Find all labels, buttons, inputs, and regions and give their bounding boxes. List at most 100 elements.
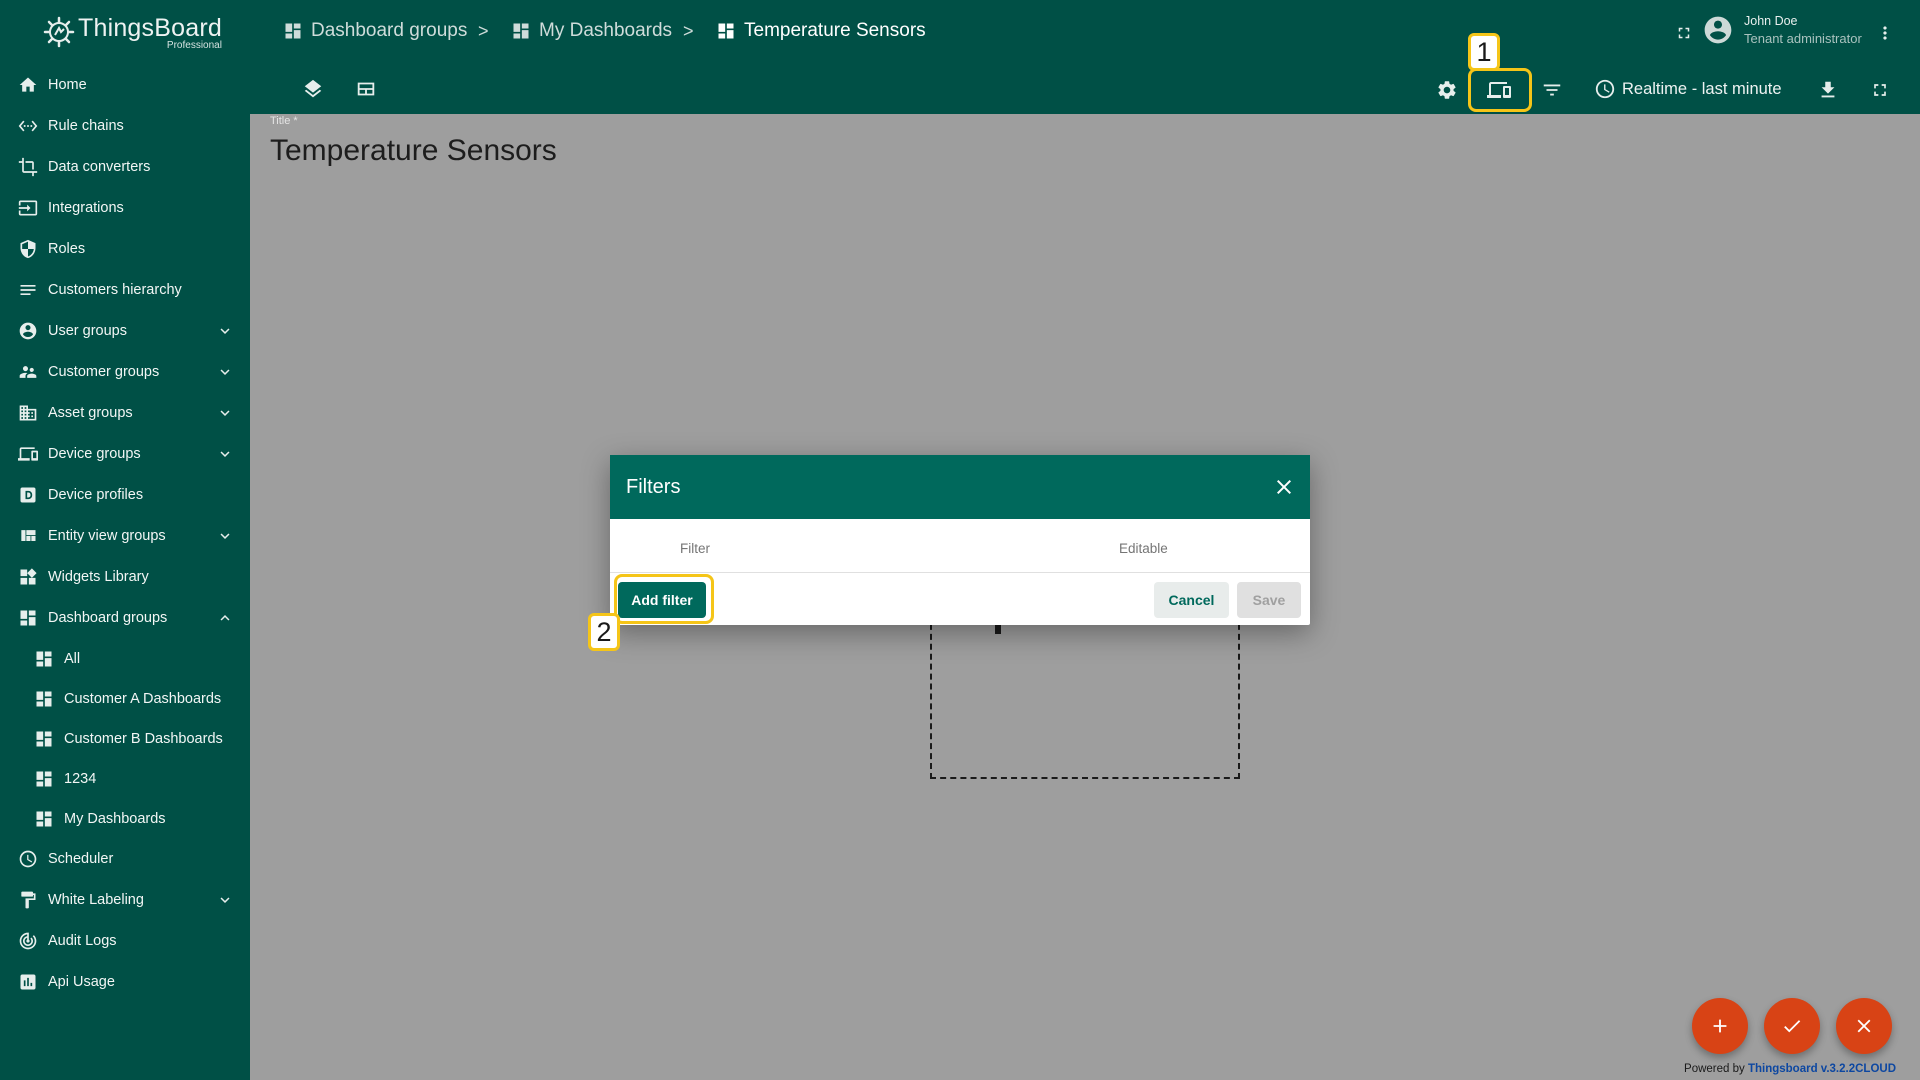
- timewindow-label: Realtime - last minute: [1622, 79, 1782, 98]
- layouts-button[interactable]: [354, 77, 378, 101]
- cancel-button[interactable]: Cancel: [1154, 582, 1229, 618]
- sidebar-item-device-profiles[interactable]: Device profiles: [0, 474, 250, 515]
- powered-by: Powered by Thingsboard v.3.2.2CLOUD: [1684, 1063, 1896, 1075]
- chevron-down-icon[interactable]: [216, 527, 232, 543]
- more-menu-button[interactable]: [1873, 21, 1897, 45]
- devices-icon: [18, 444, 38, 464]
- account-circle-icon: [18, 321, 38, 341]
- gear-icon: [1438, 81, 1456, 99]
- filters-table-header: Filter Editable: [610, 519, 1310, 573]
- sidebar-item-label: Roles: [48, 240, 86, 257]
- fullscreen-icon: [1874, 84, 1886, 96]
- sidebar-item-user-groups[interactable]: User groups: [0, 310, 250, 351]
- fullscreen-app-button[interactable]: [1672, 21, 1696, 45]
- dialog-header: Filters: [610, 455, 1310, 519]
- settings-button[interactable]: [1435, 78, 1459, 102]
- dashboard-icon: [34, 649, 54, 669]
- dashboard-icon: [718, 23, 734, 39]
- breadcrumb-label: Dashboard groups: [311, 20, 468, 41]
- sidebar-item-roles[interactable]: Roles: [0, 228, 250, 269]
- sidebar-item-customer-groups[interactable]: Customer groups: [0, 351, 250, 392]
- apply-changes-button[interactable]: [1764, 998, 1820, 1054]
- sidebar-item-all[interactable]: All: [0, 638, 250, 679]
- powered-prefix: Powered by: [1684, 1063, 1745, 1075]
- step-marker-2: 2: [588, 613, 620, 651]
- logo[interactable]: ThingsBoard Professional: [0, 0, 250, 64]
- breadcrumb-dashboard-groups[interactable]: Dashboard groups: [283, 20, 467, 42]
- integrations-icon: [18, 198, 38, 218]
- check-icon: [1784, 1020, 1801, 1033]
- home-icon: [18, 75, 38, 95]
- chevron-down-icon[interactable]: [216, 404, 232, 420]
- sidebar-item-data-converters[interactable]: Data converters: [0, 146, 250, 187]
- sidebar-item-label: White Labeling: [48, 891, 144, 908]
- chevron-down-icon[interactable]: [216, 445, 232, 461]
- dashboard-icon: [285, 23, 301, 39]
- dashboard-title-input[interactable]: Temperature Sensors: [270, 134, 557, 168]
- sidebar-item-my-dashboards[interactable]: My Dashboards: [0, 798, 250, 839]
- device-profile-icon: [18, 485, 38, 505]
- sidebar-item-entity-view-groups[interactable]: Entity view groups: [0, 515, 250, 556]
- sidebar-item-white-labeling[interactable]: White Labeling: [0, 879, 250, 920]
- add-widget-button[interactable]: [1692, 998, 1748, 1054]
- timewindow-button[interactable]: Realtime - last minute: [1594, 78, 1782, 100]
- sidebar-item-label: Customer B Dashboards: [64, 730, 223, 747]
- chevron-up-icon[interactable]: [216, 609, 232, 625]
- chevron-down-icon[interactable]: [216, 322, 232, 338]
- sidebar-item-label: Device profiles: [48, 486, 144, 503]
- title-field-label: Title *: [270, 115, 298, 127]
- sidebar-item-label: Api Usage: [48, 973, 115, 990]
- sidebar-item-integrations[interactable]: Integrations: [0, 187, 250, 228]
- version-link[interactable]: Thingsboard v.3.2.2CLOUD: [1748, 1063, 1896, 1075]
- chevron-down-icon[interactable]: [216, 891, 232, 907]
- download-icon: [1821, 81, 1835, 98]
- sidebar-item-1234[interactable]: 1234: [0, 758, 250, 799]
- sidebar-item-customers-hierarchy[interactable]: Customers hierarchy: [0, 269, 250, 310]
- save-button[interactable]: Save: [1237, 582, 1301, 618]
- plus-icon: [1713, 1019, 1727, 1033]
- breadcrumb-my-dashboards[interactable]: My Dashboards: [511, 20, 672, 42]
- sidebar-item-label: Customer A Dashboards: [64, 690, 222, 707]
- view-stream-icon: [357, 82, 375, 96]
- sidebar-item-api-usage[interactable]: Api Usage: [0, 961, 250, 1002]
- sidebar-item-widgets-library[interactable]: Widgets Library: [0, 556, 250, 597]
- format-paint-icon: [18, 890, 38, 910]
- column-filter: Filter: [680, 541, 710, 556]
- sidebar-item-asset-groups[interactable]: Asset groups: [0, 392, 250, 433]
- breadcrumb-separator: >: [478, 21, 489, 41]
- hierarchy-icon: [18, 280, 38, 300]
- top-toolbar: Dashboard groups > My Dashboards > Tempe…: [250, 0, 1920, 114]
- layers-button[interactable]: [301, 77, 325, 101]
- sidebar-item-customer-b-dashboards[interactable]: Customer B Dashboards: [0, 718, 250, 759]
- sidebar-item-label: Asset groups: [48, 404, 133, 421]
- sidebar-item-dashboard-groups[interactable]: Dashboard groups: [0, 597, 250, 638]
- account-circle-icon: [1704, 16, 1732, 44]
- breadcrumb-label: My Dashboards: [539, 20, 673, 41]
- dashboard-icon: [513, 23, 529, 39]
- decline-changes-button[interactable]: [1836, 998, 1892, 1054]
- fullscreen-dashboard-button[interactable]: [1868, 78, 1892, 102]
- sidebar-item-device-groups[interactable]: Device groups: [0, 433, 250, 474]
- sidebar-item-label: 1234: [64, 770, 97, 787]
- dashboard-icon: [34, 729, 54, 749]
- sidebar-item-scheduler[interactable]: Scheduler: [0, 838, 250, 879]
- sidebar-item-audit-logs[interactable]: Audit Logs: [0, 920, 250, 961]
- export-button[interactable]: [1816, 78, 1840, 102]
- sidebar-item-label: My Dashboards: [64, 810, 166, 827]
- sidebar-item-label: Customer groups: [48, 363, 160, 380]
- close-icon[interactable]: [1272, 475, 1296, 499]
- data-converters-icon: [18, 157, 38, 177]
- filters-button[interactable]: [1540, 78, 1564, 102]
- dashboard-icon: [34, 689, 54, 709]
- sidebar-item-home[interactable]: Home: [0, 64, 250, 105]
- user-menu[interactable]: John Doe Tenant administrator: [1702, 14, 1862, 46]
- sidebar-item-customer-a-dashboards[interactable]: Customer A Dashboards: [0, 678, 250, 719]
- chevron-down-icon[interactable]: [216, 363, 232, 379]
- breadcrumb-current: Temperature Sensors: [716, 20, 926, 42]
- filter-list-icon: [1543, 84, 1561, 96]
- thingsboard-logo-icon: [43, 16, 75, 48]
- sidebar-item-label: Data converters: [48, 158, 151, 175]
- schedule-icon: [18, 849, 38, 869]
- sidebar-item-rule-chains[interactable]: Rule chains: [0, 105, 250, 146]
- sidebar-item-label: All: [64, 650, 81, 667]
